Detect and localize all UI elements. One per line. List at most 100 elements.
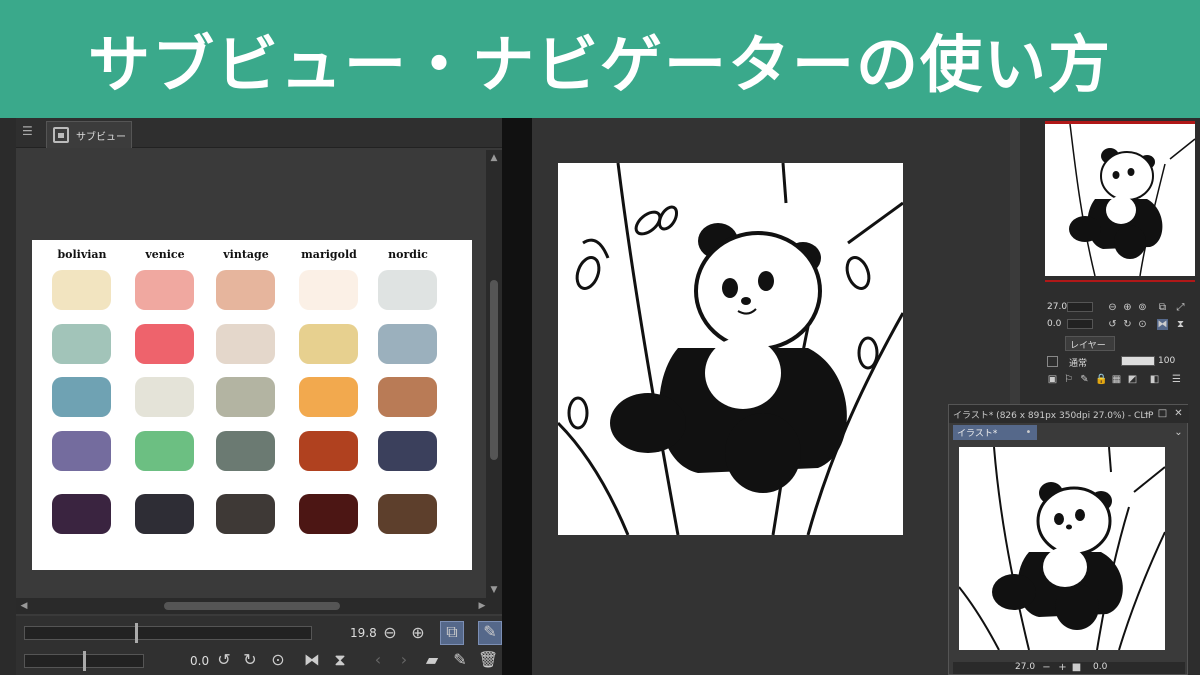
navigator-flip-horizontal-icon[interactable]: ⧓ bbox=[1157, 319, 1168, 330]
navigator-rotate-right-icon[interactable]: ↻ bbox=[1122, 319, 1133, 330]
rotate-left-icon[interactable]: ↺ bbox=[214, 650, 234, 670]
rotate-right-icon[interactable]: ↻ bbox=[240, 650, 260, 670]
navigator-preview[interactable] bbox=[1045, 121, 1196, 277]
navigator-zoom-in-icon[interactable]: ⊕ bbox=[1122, 302, 1133, 313]
color-swatch[interactable] bbox=[135, 494, 194, 534]
tab-subview[interactable]: サブビュー bbox=[46, 121, 132, 148]
flip-horizontal-icon[interactable]: ⧓ bbox=[302, 650, 322, 670]
palette-name-bolivian: bolivian bbox=[57, 248, 107, 261]
layer-draft-icon[interactable]: ✎ bbox=[1079, 374, 1090, 385]
zoom-out-icon[interactable]: ⊖ bbox=[380, 623, 400, 643]
scroll-down-icon[interactable]: ▼ bbox=[489, 585, 499, 595]
maximize-icon[interactable]: □ bbox=[1157, 408, 1168, 419]
color-swatch[interactable] bbox=[299, 270, 358, 310]
zoom-in-icon[interactable]: ⊕ bbox=[408, 623, 428, 643]
layer-mask-icon[interactable]: ◩ bbox=[1127, 374, 1138, 385]
navigator-reset-rotation-icon[interactable]: ⊙ bbox=[1137, 319, 1148, 330]
reset-rotation-icon[interactable]: ⊙ bbox=[268, 650, 288, 670]
layer-color-icon[interactable] bbox=[1047, 356, 1058, 367]
color-swatch[interactable] bbox=[135, 377, 194, 417]
floating-canvas-window[interactable]: イラスト* (826 x 891px 350dpi 27.0%) - CLIP … bbox=[948, 404, 1189, 675]
blend-mode-select[interactable]: 通常 bbox=[1069, 356, 1087, 369]
color-swatch[interactable] bbox=[52, 324, 111, 364]
vertical-scrollbar[interactable]: ▲ ▼ bbox=[486, 150, 502, 598]
color-swatch[interactable] bbox=[378, 431, 437, 471]
color-swatch[interactable] bbox=[216, 494, 275, 534]
layer-ref-icon[interactable]: ⚐ bbox=[1063, 374, 1074, 385]
open-folder-icon[interactable]: ▰ bbox=[422, 650, 442, 670]
palette-image: bolivian venice vintage marigold nordic bbox=[32, 240, 472, 570]
rotate-slider[interactable] bbox=[24, 651, 144, 671]
eyedropper-icon[interactable]: ✎ bbox=[478, 621, 502, 645]
navigator-fit-window-icon[interactable]: ⤢ bbox=[1175, 302, 1186, 313]
scroll-left-icon[interactable]: ◀ bbox=[18, 600, 30, 612]
chevron-down-icon[interactable]: ⌄ bbox=[1173, 427, 1184, 438]
canvas-area[interactable] bbox=[532, 118, 1010, 675]
color-swatch[interactable] bbox=[135, 324, 194, 364]
color-swatch[interactable] bbox=[378, 377, 437, 417]
navigator-rotate-value: 0.0 bbox=[1047, 319, 1062, 329]
tab-illust[interactable]: イラスト* • bbox=[953, 425, 1037, 440]
floating-canvas[interactable] bbox=[959, 447, 1165, 650]
color-swatch[interactable] bbox=[216, 324, 275, 364]
zoom-slider[interactable] bbox=[24, 623, 312, 643]
color-swatch[interactable] bbox=[299, 431, 358, 471]
floating-fit-icon[interactable]: ■ bbox=[1071, 662, 1082, 673]
color-swatch[interactable] bbox=[52, 270, 111, 310]
previous-image-icon[interactable]: ‹ bbox=[368, 650, 388, 670]
layer-color-mode-icon[interactable]: ◧ bbox=[1149, 374, 1160, 385]
trash-icon[interactable]: 🗑 bbox=[478, 650, 498, 670]
navigator-zoom-slider[interactable] bbox=[1067, 302, 1093, 312]
scroll-right-icon[interactable]: ▶ bbox=[476, 600, 488, 612]
color-swatch[interactable] bbox=[216, 431, 275, 471]
floating-zoom-out-icon[interactable]: − bbox=[1041, 662, 1052, 673]
color-swatch[interactable] bbox=[135, 431, 194, 471]
zoom-slider-handle[interactable] bbox=[135, 623, 138, 643]
layer-clip-icon[interactable]: ▣ bbox=[1047, 374, 1058, 385]
minimize-icon[interactable]: – bbox=[1141, 408, 1152, 419]
color-swatch[interactable] bbox=[299, 377, 358, 417]
color-swatch[interactable] bbox=[378, 270, 437, 310]
tab-close-icon[interactable]: • bbox=[1023, 427, 1034, 438]
color-swatch[interactable] bbox=[52, 431, 111, 471]
horizontal-scroll-thumb[interactable] bbox=[164, 602, 340, 610]
floating-zoom-in-icon[interactable]: + bbox=[1057, 662, 1068, 673]
rotate-slider-handle[interactable] bbox=[83, 651, 86, 671]
horizontal-scrollbar[interactable]: ◀ ▶ bbox=[16, 598, 502, 614]
navigator-rotate-slider[interactable] bbox=[1067, 319, 1093, 329]
rotate-value: 0.0 bbox=[190, 654, 210, 668]
subview-image-area[interactable]: bolivian venice vintage marigold nordic bbox=[16, 150, 486, 598]
flip-vertical-icon[interactable]: ⧗ bbox=[330, 650, 350, 670]
navigator-flip-vertical-icon[interactable]: ⧗ bbox=[1175, 319, 1186, 330]
navigator-actual-size-icon[interactable]: ⧉ bbox=[1157, 302, 1168, 313]
close-icon[interactable]: ✕ bbox=[1173, 408, 1184, 419]
scroll-up-icon[interactable]: ▲ bbox=[489, 153, 499, 163]
navigator-rotate-left-icon[interactable]: ↺ bbox=[1107, 319, 1118, 330]
color-swatch[interactable] bbox=[216, 270, 275, 310]
color-swatch[interactable] bbox=[135, 270, 194, 310]
color-swatch[interactable] bbox=[52, 494, 111, 534]
palette-name-nordic: nordic bbox=[388, 248, 428, 261]
edit-icon[interactable]: ✎ bbox=[450, 650, 470, 670]
main-canvas[interactable] bbox=[558, 163, 903, 535]
color-swatch[interactable] bbox=[378, 324, 437, 364]
layer-menu-icon[interactable]: ☰ bbox=[1171, 374, 1182, 385]
color-swatch[interactable] bbox=[52, 377, 111, 417]
color-swatch[interactable] bbox=[299, 324, 358, 364]
menu-icon[interactable]: ☰ bbox=[22, 124, 33, 138]
navigator-panda-thumbnail bbox=[1069, 123, 1196, 277]
opacity-slider[interactable] bbox=[1121, 356, 1155, 366]
fit-view-icon[interactable]: ⧉ bbox=[440, 621, 464, 645]
navigator-fit-icon[interactable]: ⊚ bbox=[1137, 302, 1148, 313]
tab-layer[interactable]: レイヤー bbox=[1065, 336, 1115, 351]
floating-window-titlebar[interactable]: イラスト* (826 x 891px 350dpi 27.0%) - CLIP … bbox=[949, 405, 1189, 423]
vertical-scroll-thumb[interactable] bbox=[490, 280, 498, 460]
layer-lock-icon[interactable]: 🔒 bbox=[1095, 374, 1107, 385]
next-image-icon[interactable]: › bbox=[394, 650, 414, 670]
layer-lock-alpha-icon[interactable]: ▦ bbox=[1111, 374, 1122, 385]
floating-panda-drawing bbox=[959, 447, 1165, 650]
navigator-zoom-out-icon[interactable]: ⊖ bbox=[1107, 302, 1118, 313]
color-swatch[interactable] bbox=[378, 494, 437, 534]
color-swatch[interactable] bbox=[216, 377, 275, 417]
color-swatch[interactable] bbox=[299, 494, 358, 534]
